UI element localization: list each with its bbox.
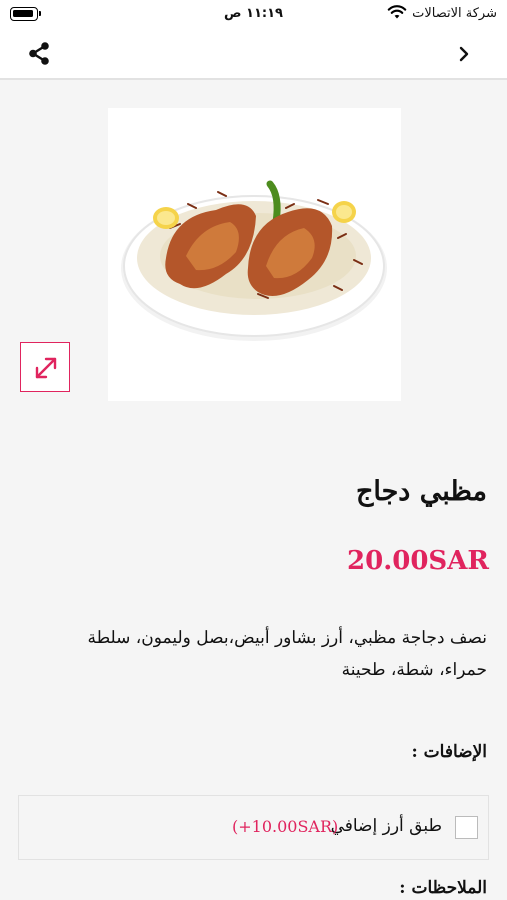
notes-heading: الملاحظات : [399,878,487,898]
nav-bar [0,30,507,80]
chevron-right-icon[interactable] [457,44,471,64]
status-bar: شركة الاتصالات ١١:١٩ ص [0,0,507,30]
product-photo [121,180,387,341]
product-price: 20.00SAR [347,546,489,576]
expand-arrows-icon [35,357,57,379]
addon-checkbox[interactable] [455,816,478,839]
product-description: نصف دجاجة مظبي، أرز بشاور أبيض،بصل وليمو… [87,628,487,680]
battery-icon [10,7,41,21]
product-image[interactable] [108,108,401,401]
expand-image-button[interactable] [20,342,70,392]
product-title: مظبي دجاج [355,476,487,507]
addon-price: (+10.00SAR) [232,817,339,836]
addons-heading: الإضافات : [411,742,487,762]
carrier-name: شركة الاتصالات [412,6,497,21]
wifi-icon [387,5,407,19]
addon-item[interactable]: طبق أرز إضافي (+10.00SAR) [18,795,489,860]
share-icon[interactable] [26,41,52,67]
addon-label: طبق أرز إضافي [330,816,442,836]
clock: ١١:١٩ ص [224,6,283,21]
